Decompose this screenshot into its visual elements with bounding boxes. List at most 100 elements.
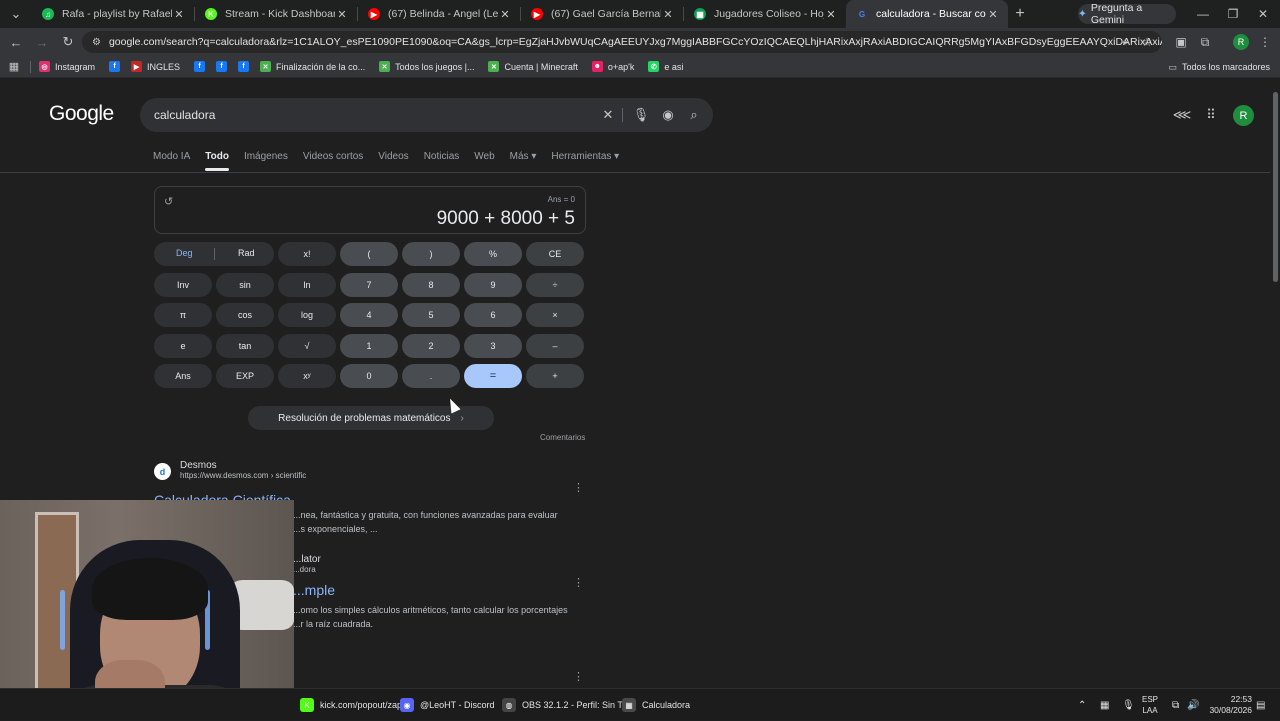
all-bookmarks[interactable]: ▭ Todos los marcadores (1168, 56, 1270, 78)
taskbar-app[interactable]: Kkick.com/popout/zapati (300, 689, 412, 721)
clear-search-icon[interactable]: ✕ (598, 105, 618, 125)
calc-key[interactable]: cos (216, 303, 274, 327)
scrollbar-thumb[interactable] (1273, 92, 1278, 282)
voice-search-icon[interactable]: 🎙 (631, 105, 651, 125)
feedback-link[interactable]: Comentarios (540, 433, 585, 442)
input-language[interactable]: ESP LAA (1142, 694, 1158, 716)
close-tab-icon[interactable]: ✕ (824, 8, 838, 21)
share-icon[interactable]: ⋘ (1172, 105, 1192, 125)
browser-menu-icon[interactable]: ⋮ (1254, 31, 1276, 53)
browser-tab[interactable]: ▶ (67) Belinda - Angel (Letra/Lyric✕ (358, 0, 520, 28)
location-icon[interactable]: ⌖ (1114, 31, 1136, 53)
rad-option[interactable]: Rad (238, 248, 255, 258)
taskbar-app[interactable]: ◍ OBS 32.1.2 - Perfil: Sin Tí (502, 689, 625, 721)
page-scrollbar[interactable] (1270, 78, 1280, 688)
browser-tab[interactable]: ♫ Rafa - playlist by Rafael.xared |✕ (32, 0, 194, 28)
calc-key[interactable]: + (526, 364, 584, 388)
calc-key[interactable]: 1 (340, 334, 398, 358)
google-logo[interactable]: Google (49, 102, 114, 126)
calc-key[interactable]: Ans (154, 364, 212, 388)
minimize-button[interactable]: — (1188, 0, 1218, 28)
bookmark-star-icon[interactable]: ☆ (1136, 31, 1158, 53)
bookmark-item[interactable]: f (194, 61, 210, 72)
bookmark-item[interactable]: ☻ o+ap'k (591, 61, 634, 72)
calc-key[interactable]: CE (526, 242, 584, 266)
calc-key[interactable]: 4 (340, 303, 398, 327)
result-more-icon[interactable]: ⋮ (573, 576, 584, 589)
calc-key[interactable]: log (278, 303, 336, 327)
search-input[interactable]: calculadora (140, 98, 713, 132)
calc-key[interactable]: √ (278, 334, 336, 358)
calc-key[interactable]: x! (278, 242, 336, 266)
calc-key[interactable]: . (402, 364, 460, 388)
filter-tab[interactable]: Imágenes (244, 151, 288, 162)
calc-key[interactable]: = (464, 364, 522, 388)
volume-icon[interactable]: 🔊 (1187, 689, 1199, 721)
calc-key[interactable]: % (464, 242, 522, 266)
calc-key[interactable]: EXP (216, 364, 274, 388)
calc-key[interactable]: 2 (402, 334, 460, 358)
calc-key[interactable]: ) (402, 242, 460, 266)
calc-key[interactable]: tan (216, 334, 274, 358)
close-tab-icon[interactable]: ✕ (335, 8, 349, 21)
search-icon[interactable]: ⌕ (684, 105, 704, 125)
lens-icon[interactable]: ◉ (658, 105, 678, 125)
result-more-icon[interactable]: ⋮ (573, 670, 584, 683)
result-more-icon[interactable]: ⋮ (573, 481, 584, 494)
bookmark-item[interactable]: ✕ Cuenta | Minecraft (488, 61, 578, 72)
account-avatar[interactable]: R (1233, 105, 1254, 126)
filter-tab[interactable]: Herramientas ▾ (551, 151, 619, 162)
bookmark-item[interactable]: f (238, 61, 254, 72)
back-icon[interactable]: ← (4, 30, 28, 54)
calc-key[interactable]: e (154, 334, 212, 358)
gemini-button[interactable]: ✦ Pregunta a Gemini (1078, 2, 1176, 26)
new-tab-button[interactable]: + (1008, 5, 1032, 23)
system-clock[interactable]: 22:53 30/08/2026 (1206, 694, 1252, 716)
calc-key[interactable]: sin (216, 273, 274, 297)
tray-overflow-icon[interactable]: ⌃ (1078, 689, 1086, 721)
calc-key[interactable]: 3 (464, 334, 522, 358)
deg-rad-toggle[interactable]: Deg Rad (154, 242, 274, 266)
calc-key[interactable]: xʸ (278, 364, 336, 388)
media-icon[interactable]: ▣ (1170, 31, 1192, 53)
notifications-icon[interactable]: ▤ (1256, 689, 1265, 721)
history-icon[interactable]: ↺ (164, 195, 173, 208)
close-tab-icon[interactable]: ✕ (172, 8, 186, 21)
browser-tab[interactable]: K Stream - Kick Dashboard ✕ (195, 0, 357, 28)
address-bar[interactable]: ⚙ google.com/search?q=calculadora&rlz=1C… (82, 31, 1162, 53)
close-tab-icon[interactable]: ✕ (498, 8, 512, 21)
tray-app-icon[interactable]: ▦ (1100, 689, 1109, 721)
filter-tab[interactable]: Videos cortos (303, 151, 363, 162)
browser-tab[interactable]: ▶ (67) Gael García Bernal, Lucy H✕ (521, 0, 683, 28)
reload-icon[interactable]: ↻ (56, 30, 80, 54)
taskbar-app[interactable]: ▦ Calculadora (622, 689, 690, 721)
filter-tab[interactable]: Todo (205, 151, 229, 171)
deg-option[interactable]: Deg (176, 248, 193, 258)
bookmark-item[interactable]: ▶ INGLES (131, 61, 180, 72)
browser-tab[interactable]: ▦ Jugadores Coliseo - Hojas de c✕ (684, 0, 846, 28)
bookmark-item[interactable]: ✆ e asi (648, 61, 683, 72)
browser-tab[interactable]: Gcalculadora - Buscar con Googl✕ (846, 0, 1008, 28)
tab-search-icon[interactable]: ⌄ (4, 2, 28, 26)
calc-key[interactable]: ( (340, 242, 398, 266)
taskbar-app[interactable]: ◉ @LeoHT - Discord (400, 689, 495, 721)
calc-key[interactable]: – (526, 334, 584, 358)
filter-tab[interactable]: Noticias (424, 151, 460, 162)
result-title-text[interactable]: ...mple (293, 582, 335, 598)
calc-key[interactable]: ÷ (526, 273, 584, 297)
site-info-icon[interactable]: ⚙ (92, 37, 101, 48)
calc-key[interactable]: 8 (402, 273, 460, 297)
calc-key[interactable]: 9 (464, 273, 522, 297)
extensions-icon[interactable]: ⧉ (1194, 31, 1216, 53)
calc-key[interactable]: ln (278, 273, 336, 297)
bookmark-item[interactable]: ◎ Instagram (39, 61, 95, 72)
calc-key[interactable]: 5 (402, 303, 460, 327)
bookmark-item[interactable]: f (216, 61, 232, 72)
google-apps-icon[interactable]: ⠿ (1201, 105, 1221, 125)
filter-tab[interactable]: Videos (378, 151, 408, 162)
calc-key[interactable]: 6 (464, 303, 522, 327)
bookmark-item[interactable]: f (109, 61, 125, 72)
filter-tab[interactable]: Más ▾ (510, 151, 537, 162)
browser-profile-avatar[interactable]: R (1233, 34, 1249, 50)
calc-key[interactable]: 0 (340, 364, 398, 388)
